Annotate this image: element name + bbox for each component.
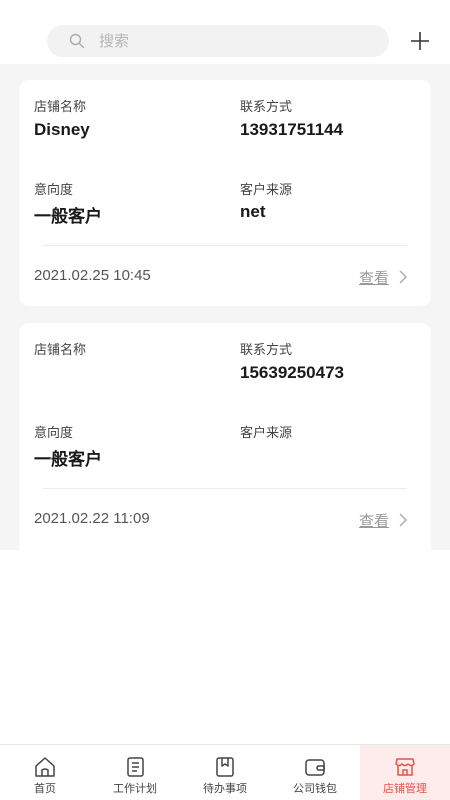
intent-label: 意向度 <box>34 183 74 198</box>
created-time: 2021.02.25 10:45 <box>34 267 151 284</box>
contact-label: 联系方式 <box>240 343 293 358</box>
tab-label: 公司钱包 <box>293 782 337 795</box>
store-icon <box>393 755 417 779</box>
store-name-value: Disney <box>34 120 90 139</box>
intent-label: 意向度 <box>34 426 74 441</box>
tab-work-plan[interactable]: 工作计划 <box>90 745 180 800</box>
created-time: 2021.02.22 11:09 <box>34 510 150 527</box>
bottom-tab-bar: 首页 工作计划 待办事项 公司钱包 店铺管理 <box>0 744 450 800</box>
tab-label: 工作计划 <box>113 782 157 795</box>
search-icon <box>69 33 85 49</box>
source-label: 客户来源 <box>240 426 293 441</box>
view-link[interactable]: 查看 <box>359 267 389 288</box>
contact-value: 15639250473 <box>240 363 345 382</box>
store-name-label: 店铺名称 <box>34 100 87 115</box>
tab-store-management[interactable]: 店铺管理 <box>360 745 450 800</box>
add-button[interactable] <box>408 29 432 53</box>
intent-value: 一般客户 <box>34 207 102 227</box>
tab-label: 店铺管理 <box>383 782 427 795</box>
home-icon <box>33 755 57 779</box>
search-input[interactable] <box>99 32 359 50</box>
contact-label: 联系方式 <box>240 100 293 115</box>
chevron-right-icon[interactable] <box>398 512 408 527</box>
todo-icon <box>213 755 237 779</box>
plus-icon <box>411 32 429 50</box>
tab-label: 首页 <box>34 782 56 795</box>
customer-list: 店铺名称 Disney 联系方式 13931751144 意向度 一般客户 客户… <box>0 64 450 563</box>
store-name-label: 店铺名称 <box>34 343 87 358</box>
tab-todo[interactable]: 待办事项 <box>180 745 270 800</box>
top-bar <box>0 0 450 64</box>
chevron-right-icon[interactable] <box>398 269 408 284</box>
contact-value: 13931751144 <box>240 120 344 139</box>
source-value: net <box>240 202 266 221</box>
divider <box>43 245 407 246</box>
customer-card[interactable]: 店铺名称 Disney 联系方式 13931751144 意向度 一般客户 客户… <box>19 80 431 306</box>
tab-home[interactable]: 首页 <box>0 745 90 800</box>
source-label: 客户来源 <box>240 183 293 198</box>
customer-card[interactable]: 店铺名称 联系方式 15639250473 意向度 一般客户 客户来源 2021… <box>19 323 431 563</box>
tab-wallet[interactable]: 公司钱包 <box>270 745 360 800</box>
work-plan-icon <box>123 755 147 779</box>
tab-label: 待办事项 <box>203 782 247 795</box>
divider <box>43 488 407 489</box>
search-box[interactable] <box>47 25 389 57</box>
wallet-icon <box>303 755 327 779</box>
view-link[interactable]: 查看 <box>359 510 389 531</box>
intent-value: 一般客户 <box>34 450 102 470</box>
